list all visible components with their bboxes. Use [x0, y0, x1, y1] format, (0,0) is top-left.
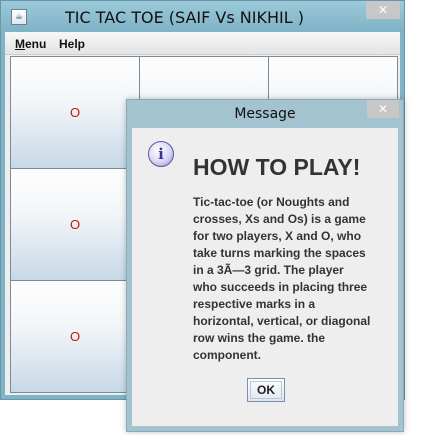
dialog-content: i HOW TO PLAY! Tic-tac-toe (or Noughts a…: [132, 128, 398, 426]
dialog-heading: HOW TO PLAY!: [193, 154, 361, 180]
board-cell-4[interactable]: O: [11, 169, 139, 280]
cell-mark: O: [69, 329, 81, 344]
menu-help[interactable]: Help: [59, 37, 85, 51]
dialog-message: Tic-tac-toe (or Noughts and crosses, Xs …: [193, 195, 371, 362]
message-dialog: Message ✕ i HOW TO PLAY! Tic-tac-toe (or…: [126, 99, 404, 432]
menu-menu[interactable]: Menu: [15, 37, 46, 51]
close-dialog-button[interactable]: ✕: [367, 100, 399, 118]
board-cell-7[interactable]: O: [11, 281, 139, 392]
window-title: TIC TAC TOE (SAIF Vs NIKHIL ): [65, 8, 304, 27]
cell-mark: O: [69, 105, 81, 120]
ok-button[interactable]: OK: [247, 378, 285, 402]
menu-bar: Menu Help: [5, 32, 400, 55]
info-icon: i: [148, 141, 174, 167]
title-bar[interactable]: ☕ TIC TAC TOE (SAIF Vs NIKHIL ) ✕: [1, 1, 404, 32]
cell-mark: O: [69, 217, 81, 232]
dialog-title: Message: [234, 106, 296, 122]
board-cell-1[interactable]: O: [11, 57, 139, 168]
java-app-icon[interactable]: ☕: [11, 9, 27, 25]
close-window-button[interactable]: ✕: [366, 1, 400, 19]
